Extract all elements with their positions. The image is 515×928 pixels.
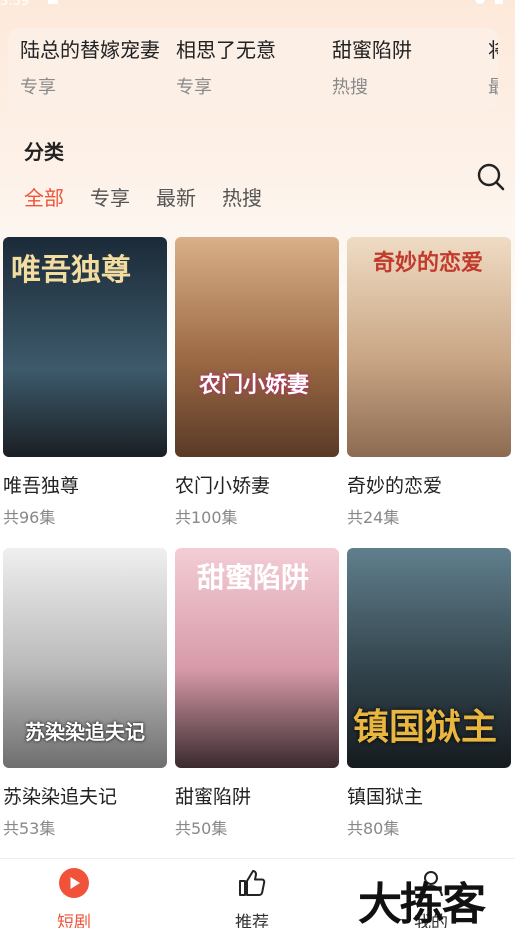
drama-poster[interactable]: 唯吾独尊 <box>3 237 167 457</box>
hot-item[interactable]: 甜蜜陷阱 热搜 <box>332 34 412 99</box>
thumbs-up-icon <box>239 870 266 896</box>
drama-card[interactable]: 唯吾独尊 唯吾独尊 共96集 <box>3 237 167 528</box>
hot-item-title: 甜蜜陷阱 <box>332 38 412 62</box>
hot-item-title: 相思了无意 <box>176 38 276 62</box>
drama-card[interactable]: 甜蜜陷阱 甜蜜陷阱 共50集 <box>175 548 339 839</box>
tab-all[interactable]: 全部 <box>24 182 64 211</box>
drama-name: 唯吾独尊 <box>3 475 80 497</box>
drama-name: 苏染染追夫记 <box>3 786 118 808</box>
poster-title: 奇妙的恋爱 <box>373 250 484 276</box>
drama-name: 甜蜜陷阱 <box>175 786 252 808</box>
drama-card[interactable]: 苏染染追夫记 苏染染追夫记 共53集 <box>3 548 167 839</box>
poster-title: 农门小娇妻 <box>199 372 310 398</box>
hot-item-tag: 热搜 <box>332 77 368 98</box>
hot-item[interactable]: 陆总的替嫁宠妻 专享 <box>20 34 160 99</box>
poster-title: 甜蜜陷阱 <box>197 561 310 594</box>
search-button[interactable] <box>476 162 506 192</box>
notification-icon <box>48 0 58 4</box>
status-bar: 3:59 <box>0 0 515 22</box>
status-time: 3:59 <box>0 0 30 9</box>
poster-title: 镇国狱主 <box>353 706 498 748</box>
nav-label: 短剧 <box>57 913 91 928</box>
play-circle-icon <box>59 868 89 898</box>
hot-drama-strip[interactable]: 陆总的替嫁宠妻 专享 相思了无意 专享 甜蜜陷阱 热搜 将 最 <box>8 28 498 110</box>
hot-item[interactable]: 将 最 <box>488 34 498 99</box>
poster-title: 苏染染追夫记 <box>25 720 145 744</box>
poster-title: 唯吾独尊 <box>11 253 131 288</box>
tab-trending[interactable]: 热搜 <box>222 182 262 211</box>
drama-name: 奇妙的恋爱 <box>347 475 443 497</box>
nav-short-drama[interactable]: 短剧 <box>24 867 124 928</box>
hot-item[interactable]: 相思了无意 专享 <box>176 34 276 99</box>
tab-latest[interactable]: 最新 <box>156 182 196 211</box>
nav-label: 推荐 <box>235 913 269 928</box>
hot-item-title: 将 <box>488 34 498 63</box>
drama-episodes: 共80集 <box>347 819 400 838</box>
category-title: 分类 <box>24 140 64 164</box>
drama-episodes: 共53集 <box>3 819 56 838</box>
hot-item-title: 陆总的替嫁宠妻 <box>20 38 160 62</box>
drama-name: 农门小娇妻 <box>175 475 271 497</box>
nav-recommend[interactable]: 推荐 <box>202 867 302 928</box>
hot-item-tag: 专享 <box>176 77 212 98</box>
drama-episodes: 共96集 <box>3 508 56 527</box>
drama-episodes: 共50集 <box>175 819 228 838</box>
drama-poster[interactable]: 甜蜜陷阱 <box>175 548 339 768</box>
tab-exclusive[interactable]: 专享 <box>90 182 130 211</box>
drama-poster[interactable]: 农门小娇妻 <box>175 237 339 457</box>
drama-card[interactable]: 奇妙的恋爱 奇妙的恋爱 共24集 <box>347 237 511 528</box>
drama-card[interactable]: 镇国狱主 镇国狱主 共80集 <box>347 548 511 839</box>
hot-item-tag: 专享 <box>20 77 56 98</box>
battery-icon <box>495 0 503 4</box>
watermark-logo: 大拣客 <box>358 879 486 928</box>
hot-item-tag: 最 <box>488 77 498 98</box>
drama-poster[interactable]: 苏染染追夫记 <box>3 548 167 768</box>
drama-name: 镇国狱主 <box>347 786 424 808</box>
search-icon <box>477 163 505 191</box>
drama-episodes: 共24集 <box>347 508 400 527</box>
wifi-icon <box>475 0 485 4</box>
drama-poster[interactable]: 镇国狱主 <box>347 548 511 768</box>
drama-card[interactable]: 农门小娇妻 农门小娇妻 共100集 <box>175 237 339 528</box>
drama-poster[interactable]: 奇妙的恋爱 <box>347 237 511 457</box>
category-tabs: 全部 专享 最新 热搜 <box>24 182 288 211</box>
drama-episodes: 共100集 <box>175 508 238 527</box>
